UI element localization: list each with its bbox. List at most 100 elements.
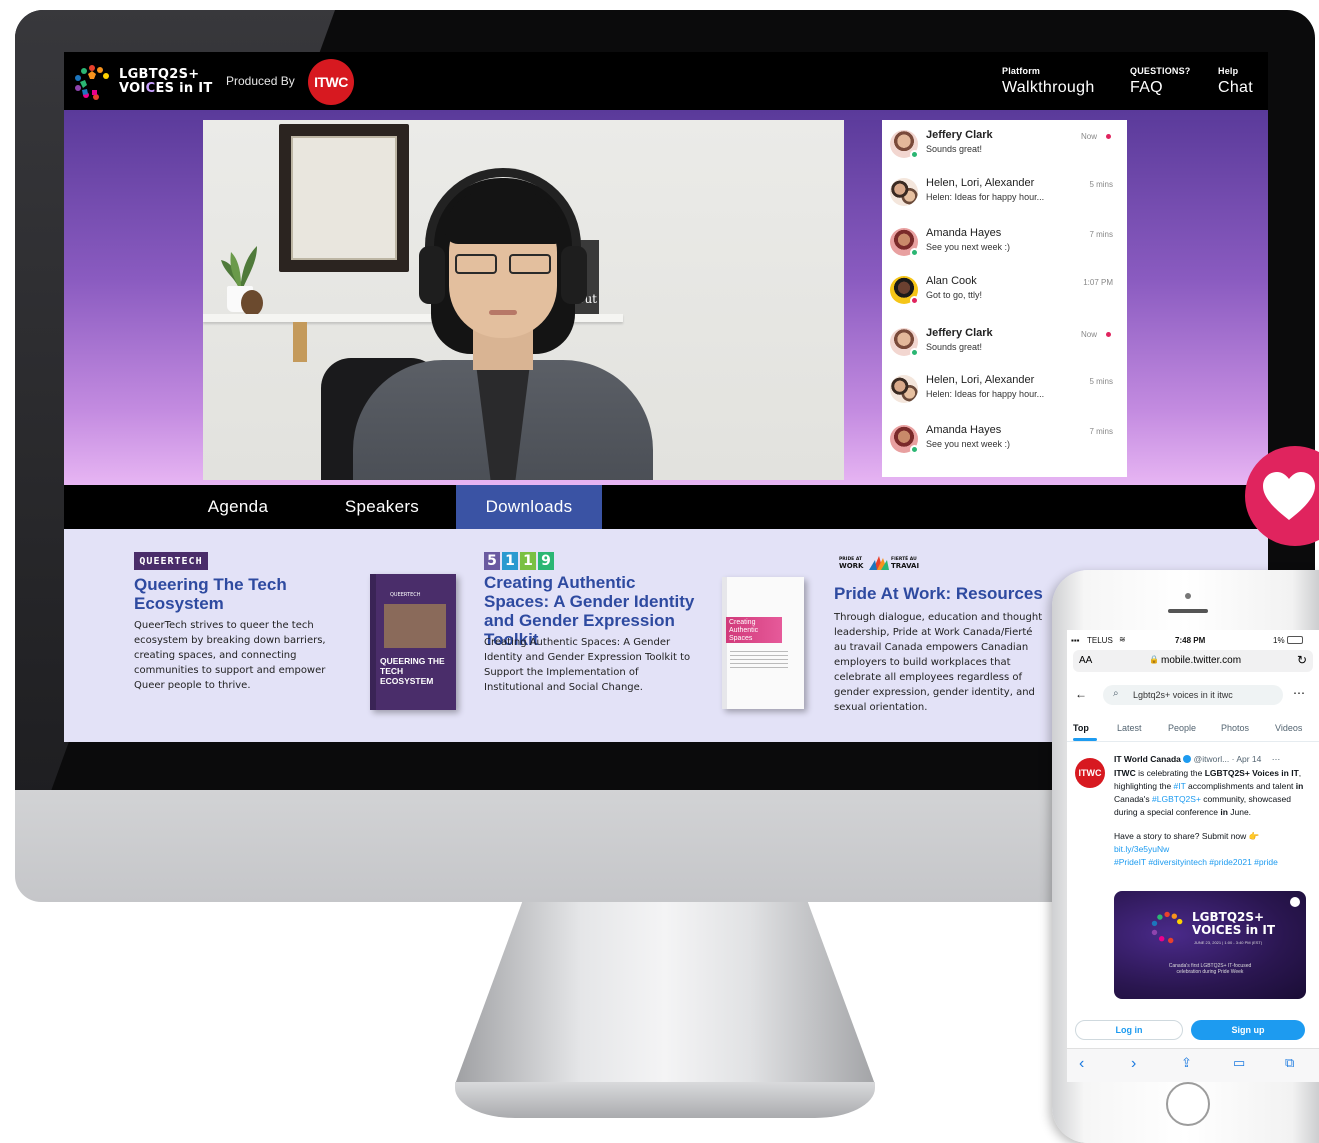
chat-item[interactable]: Amanda Hayes See you next week :) 7 mins (882, 220, 1127, 268)
unread-dot-icon (1106, 332, 1111, 337)
group-avatar (890, 375, 918, 403)
chat-time: 7 mins (1089, 230, 1113, 239)
home-button[interactable] (1166, 1082, 1210, 1126)
logo-digit: 1 (502, 552, 518, 570)
book-cover-title: QUEERING THE TECH ECOSYSTEM (380, 656, 445, 686)
section-tabs: Agenda Speakers Downloads (64, 485, 1268, 529)
rainbow-people-logo-icon (1151, 911, 1183, 944)
more-options-icon[interactable]: ⋯ (1293, 686, 1305, 700)
bookmarks-icon[interactable]: ▭ (1233, 1055, 1245, 1071)
chat-time: 5 mins (1089, 377, 1113, 386)
tab-latest[interactable]: Latest (1117, 723, 1142, 733)
url-text: mobile.twitter.com (1161, 655, 1242, 666)
speaker-video-feed[interactable] (203, 120, 844, 480)
search-query: Lgbtq2s+ voices in it itwc (1133, 690, 1233, 700)
phone-status-bar: ▪▪▪ TELUS ≋ 7:48 PM 1% (1067, 634, 1319, 648)
back-icon[interactable]: ‹ (1079, 1055, 1084, 1073)
online-status-icon (910, 348, 919, 357)
tweet-date: · Apr 14 (1231, 754, 1262, 764)
nav-platform-walkthrough[interactable]: Platform Walkthrough (1002, 66, 1095, 99)
book-cover-title: Creating Authentic Spaces (726, 617, 782, 643)
logo-line-1: LGBTQ2S+ (119, 67, 200, 82)
toolkit-book-cover[interactable]: Creating Authentic Spaces (722, 577, 804, 709)
itwc-logo[interactable]: ITWC (308, 59, 354, 105)
pride-at-work-logo-icon: PRIDE AT WORK FIERTÉ AU TRAVAIL (839, 554, 919, 570)
active-tab-indicator (1073, 738, 1097, 741)
forward-icon[interactable]: › (1131, 1055, 1136, 1073)
auth-buttons: Log in Sign up (1067, 1016, 1319, 1046)
nav-faq[interactable]: QUESTIONS? FAQ (1130, 66, 1191, 99)
nav-big-label: FAQ (1130, 79, 1163, 96)
headphone-cup (561, 246, 587, 304)
chat-preview: See you next week :) (926, 439, 1011, 449)
chat-item[interactable]: Amanda Hayes See you next week :) 7 mins (882, 417, 1127, 465)
online-status-icon (910, 248, 919, 257)
chat-time: 7 mins (1089, 427, 1113, 436)
tab-people[interactable]: People (1168, 723, 1196, 733)
tweet-avatar[interactable]: ITWC (1075, 758, 1105, 788)
chat-time: 5 mins (1089, 180, 1113, 189)
book-cover-brand: QUEERTECH (390, 592, 421, 598)
tab-speakers[interactable]: Speakers (312, 485, 452, 529)
nav-small-label: Help (1218, 66, 1239, 76)
tab-downloads[interactable]: Downloads (456, 485, 602, 529)
chat-item[interactable]: Jeffery Clark Sounds great! Now (882, 122, 1127, 170)
book-cover-text-lines (730, 651, 788, 671)
media-title-line: VOICES in IT (1192, 923, 1276, 937)
chat-item[interactable]: Jeffery Clark Sounds great! Now (882, 320, 1127, 368)
tweet-author[interactable]: IT World Canada (1114, 754, 1181, 764)
tweet-link[interactable]: bit.ly/3e5yuNw (1114, 843, 1312, 856)
nav-help-chat[interactable]: Help Chat (1218, 66, 1253, 99)
signup-button[interactable]: Sign up (1191, 1020, 1305, 1040)
tab-videos[interactable]: Videos (1275, 723, 1302, 733)
back-arrow-icon[interactable]: ← (1075, 687, 1087, 701)
chat-item[interactable]: Helen, Lori, Alexander Helen: Ideas for … (882, 367, 1127, 415)
tab-top[interactable]: Top (1073, 723, 1089, 733)
chat-name: Jeffery Clark (926, 129, 993, 141)
text-size-button[interactable]: AA (1079, 655, 1092, 666)
twitter-search-input[interactable]: ⌕ Lgbtq2s+ voices in it itwc (1103, 685, 1283, 705)
safari-address-bar[interactable]: AA 🔒 mobile.twitter.com ↻ (1073, 650, 1313, 672)
download-title[interactable]: Pride At Work: Resources (834, 584, 1064, 603)
tweet-text-part: LGBTQ2S+ Voices in IT (1204, 768, 1299, 778)
lock-icon: 🔒 (1149, 655, 1159, 664)
tab-photos[interactable]: Photos (1221, 723, 1249, 733)
chat-name: Amanda Hayes (926, 424, 1002, 436)
login-button[interactable]: Log in (1075, 1020, 1183, 1040)
tweet-hashtags[interactable]: #PrideIT #diversityintech #pride2021 #pr… (1114, 856, 1312, 869)
tweet-text-part: in (1220, 807, 1228, 817)
top-navigation-bar: LGBTQ2S+ VOICES in IT Produced By ITWC P… (64, 52, 1268, 110)
5119-logo: 5 1 1 9 (484, 552, 554, 570)
chat-preview: Sounds great! (926, 144, 983, 154)
figurine (241, 290, 263, 316)
svg-text:TRAVAIL: TRAVAIL (891, 562, 919, 570)
media-date: JUNE 23, 2021 | 1:00 - 3:40 PM (EST) (1194, 940, 1263, 945)
group-avatar (890, 178, 918, 206)
chat-item[interactable]: Helen, Lori, Alexander Helen: Ideas for … (882, 170, 1127, 218)
tweet-hashtag[interactable]: #IT (1174, 781, 1186, 791)
tweet-hashtag[interactable]: #LGBTQ2S+ (1152, 794, 1201, 804)
tweet-media-image[interactable]: LGBTQ2S+ VOICES in IT JUNE 23, 2021 | 1:… (1114, 891, 1306, 999)
logo-line-2-c: ES in IT (155, 81, 213, 96)
download-description: QueerTech strives to queer the tech ecos… (134, 620, 326, 691)
produced-by-label: Produced By (226, 74, 295, 88)
search-icon: ⌕ (1113, 688, 1119, 699)
share-icon[interactable]: ⇪ (1181, 1055, 1192, 1071)
tab-agenda[interactable]: Agenda (168, 485, 308, 529)
queertech-book-cover[interactable]: QUEERTECH QUEERING THE TECH ECOSYSTEM (370, 574, 456, 710)
queertech-logo: QUEERTECH (134, 552, 208, 570)
tabs-icon[interactable]: ⧉ (1285, 1055, 1294, 1071)
camera-icon (1185, 593, 1191, 599)
reload-icon[interactable]: ↻ (1297, 653, 1307, 667)
chat-preview: Helen: Ideas for happy hour... (926, 192, 1045, 202)
tweet-more-icon[interactable]: ⋯ (1272, 754, 1281, 764)
media-badge-icon (1290, 897, 1300, 907)
chat-item[interactable]: Alan Cook Got to go, ttly! 1:07 PM (882, 268, 1127, 316)
battery-percent: 1% (1273, 636, 1285, 645)
nav-small-label: Platform (1002, 66, 1041, 76)
download-title[interactable]: Queering The Tech Ecosystem (134, 575, 334, 613)
tweet-header: IT World Canada @itworl... · Apr 14 ⋯ (1114, 754, 1280, 765)
chat-time: 1:07 PM (1083, 278, 1113, 287)
media-title: LGBTQ2S+ VOICES in IT (1192, 911, 1275, 937)
heart-icon (1263, 472, 1315, 520)
